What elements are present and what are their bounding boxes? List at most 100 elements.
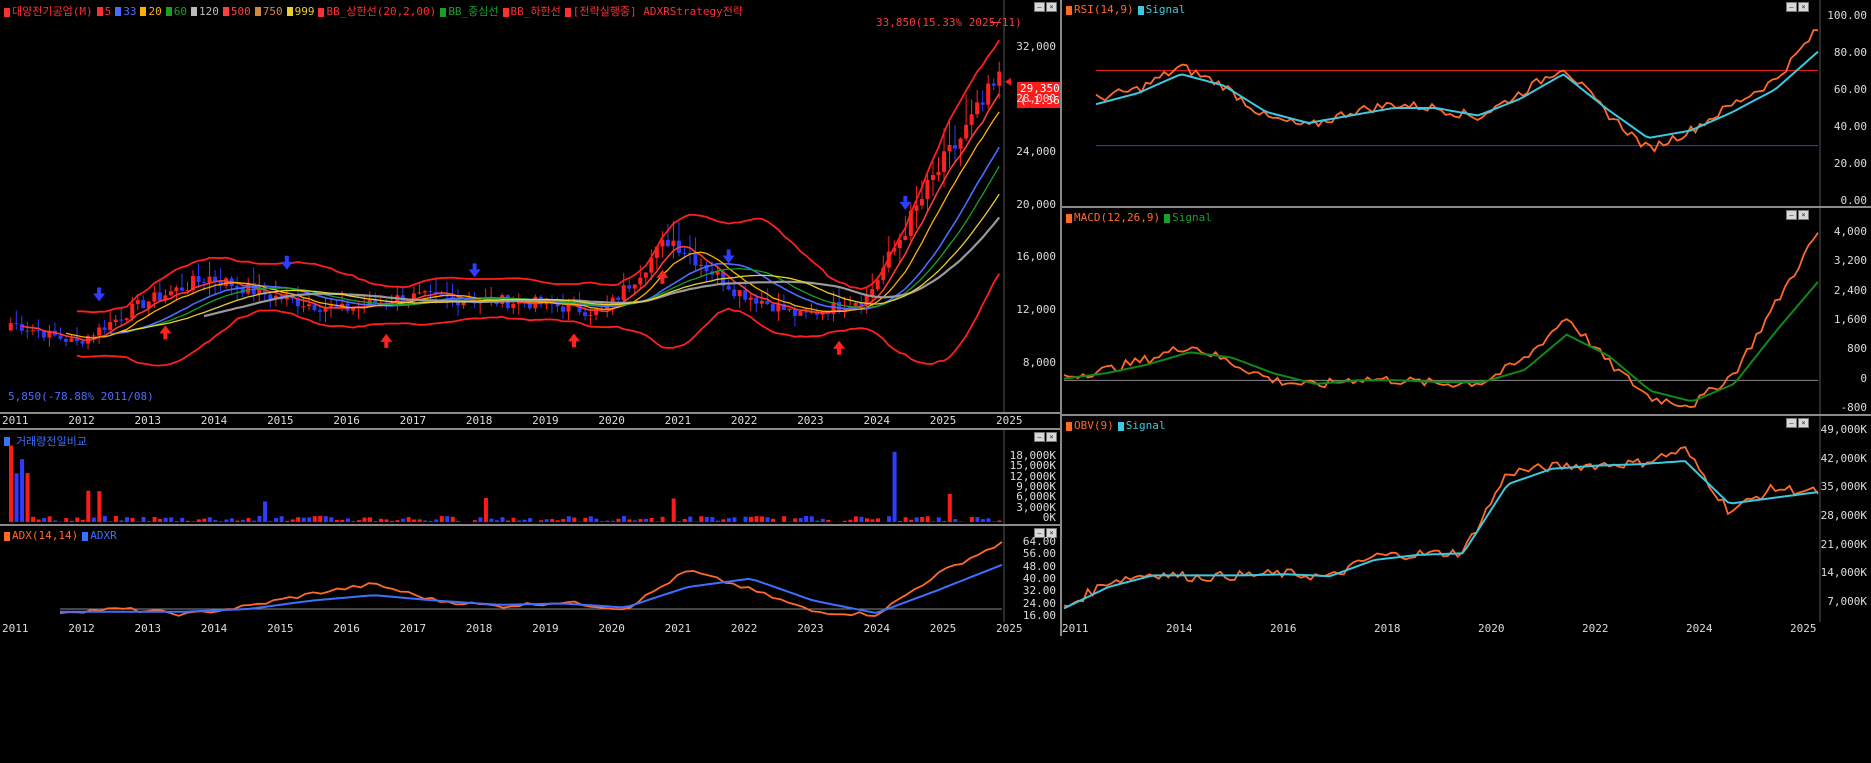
volume-bar [395,520,400,522]
y-tick-label: 48.00 [1022,559,1056,573]
obv-line [1063,445,1819,608]
minimize-icon[interactable]: – [1786,2,1797,12]
macd-pane[interactable]: MACD(12,26,9) Signal – × 4,000 3,200 2,400 1,… [1062,208,1871,414]
price-chart-canvas[interactable] [0,0,1060,412]
rsi-pane[interactable]: RSI(14,9) Signal – × 100.00 80.00 60.00 40.00… [1062,0,1871,206]
candle-body [69,338,74,342]
candle-body [870,289,875,296]
candle-body [80,341,85,344]
price-legend-item: BB_상한선(20,2,00) [318,3,436,19]
obv-legend-item: OBV(9) [1066,419,1114,432]
volume-bar [599,521,604,522]
volume-bar [478,517,483,522]
volume-bar [268,521,273,522]
close-icon[interactable]: × [1798,418,1809,428]
volume-bar [887,516,892,522]
close-icon[interactable]: × [1798,210,1809,220]
minimize-icon[interactable]: – [1034,2,1045,12]
x-tick-label: 2016 [333,622,360,635]
volume-pane[interactable]: 거래량전일비교 – × 18,000K 15,000K 12,000K 9,000K 6,… [0,430,1060,524]
candle-body [533,296,538,309]
volume-bar [621,515,626,522]
volume-bar [931,521,936,522]
minimize-icon[interactable]: – [1786,210,1797,220]
legend-swatch [318,7,325,17]
close-icon[interactable]: × [1046,2,1057,12]
volume-bar [743,516,748,522]
volume-bar [483,497,488,522]
sell-signal-arrow-icon [93,287,106,302]
macd-legend-item: Signal [1164,211,1212,224]
obv-signal-line [1063,460,1819,610]
volume-bar [108,521,113,522]
volume-bar [721,519,726,522]
volume-bar [489,518,494,522]
volume-bar [644,518,649,522]
y-tick-label: 14,000K [1820,566,1867,580]
volume-bar [102,515,107,522]
candle-body [168,291,173,296]
volume-bar [986,518,991,522]
volume-bar [274,517,279,522]
candle-body [693,253,698,266]
candle-body [25,330,30,332]
obv-pane[interactable]: OBV(9) Signal – × 49,000K 42,000K 35,000K 28,… [1062,416,1871,622]
y-tick-label: -800 [1840,401,1868,414]
volume-bar [207,517,212,522]
minimize-icon[interactable]: – [1786,418,1797,428]
price-legend-item: 20 [140,4,162,18]
candle-body [616,297,621,300]
volume-bar [450,516,455,522]
candle-body [179,287,184,291]
volume-bar [290,519,295,522]
volume-bar [340,519,345,522]
candle-body [196,276,201,282]
y-tick-label: 0K [1042,511,1056,524]
candle-body [583,312,588,316]
price-legend-item: [전략실행중] ADXRStrategy전략 [564,3,743,19]
legend-swatch [254,7,261,16]
candle-body [306,304,311,307]
candle-body [732,289,737,297]
volume-bar [196,519,201,522]
x-tick-label: 2014 [1166,622,1193,635]
rsi-legend: RSI(14,9) Signal [1066,3,1185,16]
volume-bar [47,516,52,522]
adx-canvas[interactable] [0,526,1060,622]
candle-body [58,335,63,339]
x-tick-label: 2024 [1686,622,1713,635]
candle-body [953,144,958,149]
candle-body [798,310,803,316]
adx-pane[interactable]: ADX(14,14) ADXR – × 64.00 56.00 48.00 40.00 32… [0,526,1060,622]
volume-bar [980,519,985,522]
close-icon[interactable]: × [1798,2,1809,12]
volume-canvas[interactable] [0,430,1060,524]
obv-canvas[interactable] [1062,416,1871,622]
y-tick-label: 35,000K [1820,480,1867,494]
volume-bar [362,517,367,522]
price-legend-label: 20 [148,4,162,18]
x-tick-label: 2025 [1790,622,1817,635]
volume-bar [638,519,643,522]
candle-body [157,292,162,301]
candle-body [8,323,13,331]
price-chart-pane[interactable]: 대양전기공업(M) 5 33 20 60 120 500 750 999 BB_상한선(20,2,… [0,0,1060,412]
volume-bar [445,516,450,522]
minimize-icon[interactable]: – [1034,432,1045,442]
volume-bar [64,518,69,522]
x-tick-label: 2025 [996,622,1023,635]
rsi-signal-line [1095,50,1819,139]
volume-bar [86,490,91,522]
volume-bar [572,517,577,522]
legend-swatch [165,7,172,16]
candle-body [428,291,433,293]
candle-body [759,300,764,304]
volume-bar [191,521,196,522]
rsi-canvas[interactable] [1062,0,1871,206]
ma5-line [21,93,1000,341]
volume-bar [378,518,384,522]
close-icon[interactable]: × [1046,432,1057,442]
volume-bar [942,521,947,522]
macd-canvas[interactable] [1062,208,1871,414]
price-legend-item: 대양전기공업(M) [4,3,93,19]
